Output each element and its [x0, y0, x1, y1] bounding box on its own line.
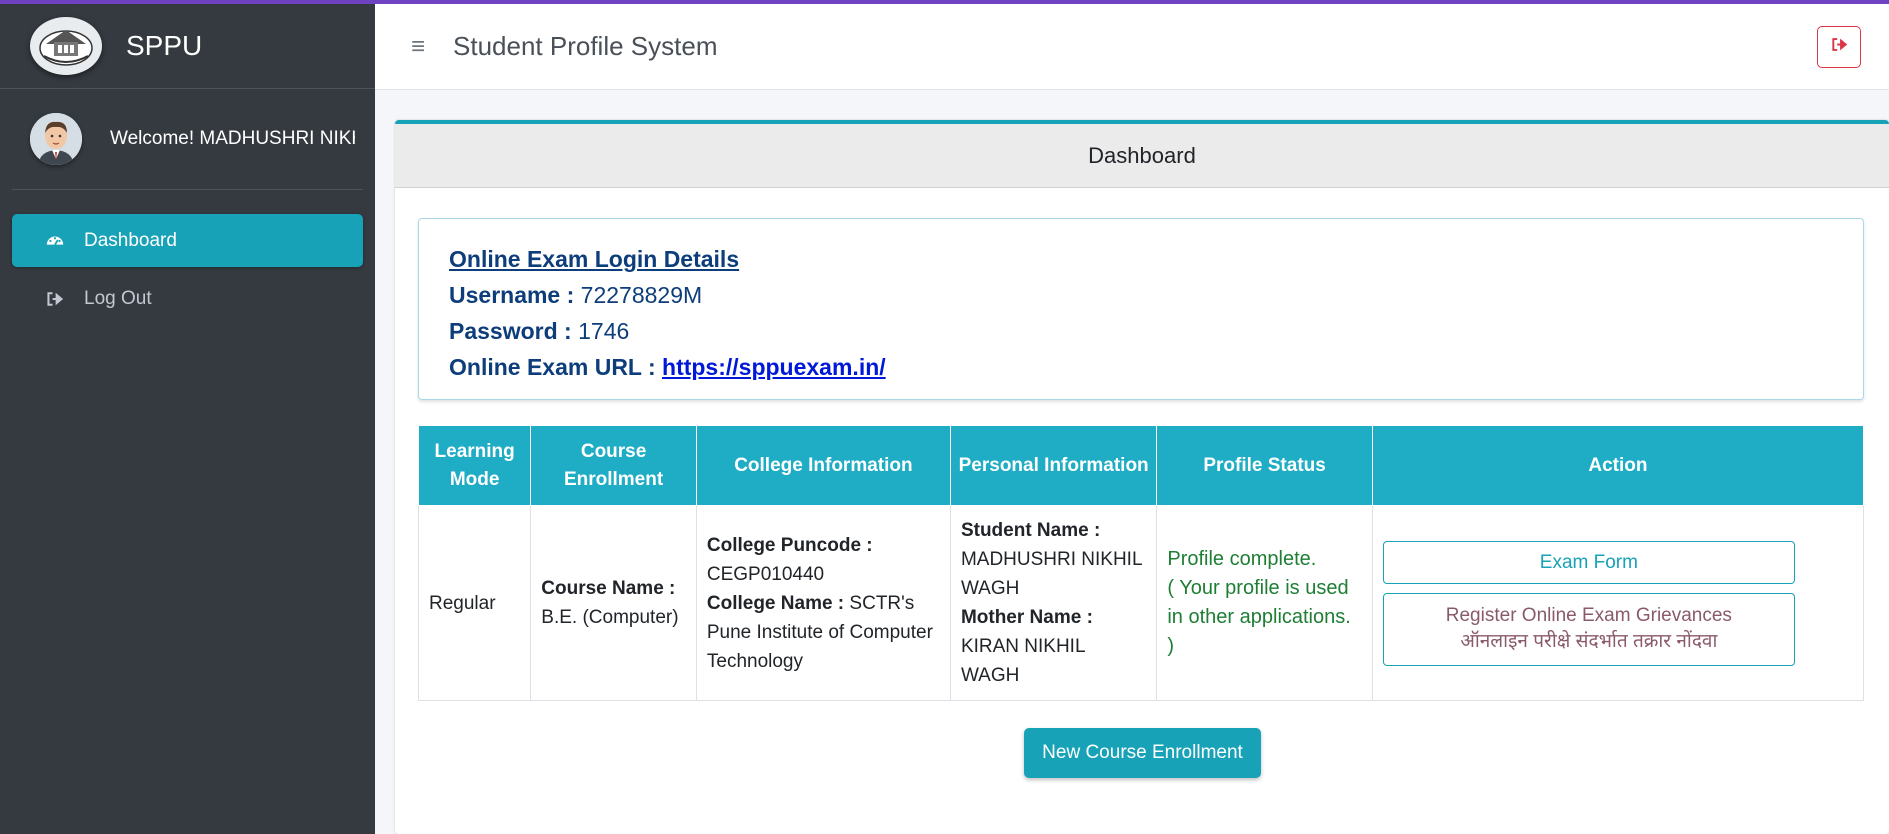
- learning-mode-cell: Regular: [417, 505, 532, 701]
- status-text: Profile complete.: [1167, 548, 1317, 570]
- student-value: MADHUSHRI NIKHIL WAGH: [960, 549, 1142, 599]
- login-heading: Online Exam Login Details: [449, 246, 740, 272]
- col-college-information: College Information: [695, 425, 951, 506]
- hamburger-icon[interactable]: ≡: [411, 33, 425, 61]
- course-value: B.E. (Computer): [541, 607, 679, 628]
- sidebar-nav: Dashboard Log Out: [0, 190, 375, 354]
- exam-login-details: Online Exam Login Details Username : 722…: [418, 218, 1864, 400]
- mother-label: Mother Name :: [960, 607, 1093, 628]
- brand-name: SPPU: [126, 30, 203, 61]
- top-navbar: ≡ Student Profile System: [375, 4, 1889, 90]
- student-label: Student Name :: [960, 520, 1101, 541]
- avatar: [30, 113, 82, 165]
- action-cell: Exam Form Register Online Exam Grievance…: [1371, 505, 1865, 701]
- url-label: Online Exam URL :: [449, 354, 656, 380]
- card-title: Dashboard: [395, 124, 1889, 188]
- sidebar-item-logout[interactable]: Log Out: [12, 272, 363, 325]
- grievance-label-mr: ऑनलाइन परीक्षे संदर्भात तक्रार नोंदवा: [1460, 630, 1718, 652]
- mother-value: KIRAN NIKHIL WAGH: [960, 636, 1085, 686]
- top-accent-line: [0, 0, 1889, 4]
- status-note: ( Your profile is used in other applicat…: [1167, 577, 1351, 657]
- personal-cell: Student Name : MADHUSHRI NIKHIL WAGH Mot…: [949, 505, 1158, 701]
- logout-button[interactable]: [1817, 26, 1861, 68]
- sidebar: SPPU Welcome! MADHUSHRI NIKHIL WAGH: [0, 4, 375, 834]
- user-panel: Welcome! MADHUSHRI NIKHIL WAGH: [12, 89, 363, 190]
- sidebar-item-label: Dashboard: [84, 229, 177, 251]
- grievance-label-en: Register Online Exam Grievances: [1445, 604, 1732, 626]
- username-value: 72278829M: [580, 282, 703, 308]
- welcome-text: Welcome! MADHUSHRI NIKHIL WAGH: [110, 128, 355, 149]
- exam-form-button[interactable]: Exam Form: [1382, 540, 1795, 584]
- table-header-row: Learning Mode Course Enrollment College …: [417, 425, 1865, 506]
- college-label: College Name :: [706, 592, 845, 614]
- sign-out-icon: [1831, 36, 1848, 58]
- brand-link[interactable]: SPPU: [0, 4, 375, 89]
- username-label: Username :: [449, 282, 575, 308]
- col-personal-information: Personal Information: [949, 425, 1158, 506]
- course-cell: Course Name : B.E. (Computer): [530, 505, 697, 701]
- col-action: Action: [1371, 425, 1865, 506]
- profile-status-cell: Profile complete. ( Your profile is used…: [1156, 505, 1373, 701]
- sign-out-icon: [44, 288, 66, 310]
- page-title: Student Profile System: [453, 31, 718, 61]
- col-learning-mode: Learning Mode: [417, 425, 532, 506]
- profile-table: Learning Mode Course Enrollment College …: [417, 425, 1865, 701]
- password-value: 1746: [578, 318, 630, 344]
- col-course-enrollment: Course Enrollment: [530, 425, 697, 506]
- table-row: Regular Course Name : B.E. (Computer) Co…: [417, 505, 1865, 701]
- exam-url-link[interactable]: https://sppuexam.in/: [662, 354, 886, 380]
- dashboard-icon: [44, 230, 66, 252]
- sidebar-item-label: Log Out: [84, 287, 152, 309]
- puncode-value: CEGP010440: [706, 563, 825, 585]
- university-emblem-icon: [30, 17, 102, 75]
- password-label: Password :: [449, 318, 572, 344]
- sidebar-item-dashboard[interactable]: Dashboard: [12, 214, 363, 267]
- course-label: Course Name :: [541, 578, 676, 599]
- col-profile-status: Profile Status: [1156, 425, 1373, 506]
- puncode-label: College Puncode :: [706, 534, 873, 556]
- register-grievance-button[interactable]: Register Online Exam Grievances ऑनलाइन प…: [1382, 592, 1795, 666]
- dashboard-card: Dashboard Online Exam Login Details User…: [395, 120, 1889, 834]
- new-course-enrollment-button[interactable]: New Course Enrollment: [1024, 728, 1261, 778]
- college-cell: College Puncode : CEGP010440 College Nam…: [695, 505, 951, 701]
